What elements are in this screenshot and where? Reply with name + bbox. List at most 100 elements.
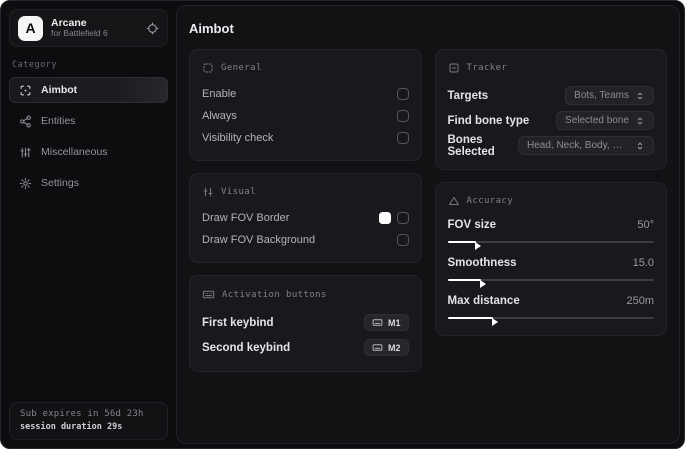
- slider-thumb[interactable]: [475, 242, 482, 250]
- app-subtitle: for Battlefield 6: [51, 28, 108, 39]
- network-icon: [19, 115, 32, 128]
- setting-row-visibility-check: Visibility check: [202, 127, 409, 149]
- visual-card-header: Visual: [202, 186, 409, 198]
- keybind-value: M1: [387, 317, 401, 328]
- sidebar-item-miscellaneous[interactable]: Miscellaneous: [9, 139, 168, 165]
- sidebar-item-label: Entities: [41, 115, 76, 127]
- app-window: A Arcane for Battlefield 6 Category Aimb…: [0, 0, 685, 449]
- setting-row-always: Always: [202, 105, 409, 127]
- keyboard-icon: [372, 342, 383, 353]
- sidebar-item-settings[interactable]: Settings: [9, 170, 168, 196]
- category-label: Category: [12, 60, 57, 70]
- sidebar-item-entities[interactable]: Entities: [9, 108, 168, 134]
- enable-checkbox[interactable]: [396, 88, 409, 100]
- setting-row-targets: Targets Bots, Teams: [447, 83, 654, 108]
- setting-row-fov-size: FOV size 50°: [447, 216, 654, 250]
- max-distance-value: 250m: [626, 295, 654, 307]
- slider-fill: [447, 279, 486, 288]
- triangle-icon: [448, 195, 460, 207]
- fov-border-checkbox[interactable]: [396, 212, 409, 224]
- sidebar-item-label: Miscellaneous: [41, 146, 108, 158]
- left-column: General Enable Always Visibility check V…: [189, 49, 422, 372]
- sliders-vertical-icon: [202, 186, 214, 198]
- activation-card: Activation buttons First keybind M1 Seco…: [189, 275, 422, 372]
- subscription-status: Sub expires in 56d 23h session duration …: [9, 402, 168, 440]
- find-bone-type-dropdown[interactable]: Selected bone: [556, 111, 654, 130]
- setting-label: Max distance: [447, 295, 520, 307]
- setting-row-fov-border: Draw FOV Border: [202, 207, 409, 229]
- visibility-check-checkbox[interactable]: [396, 132, 409, 144]
- general-card-header: General: [202, 62, 409, 74]
- always-checkbox[interactable]: [396, 110, 409, 122]
- setting-label: Draw FOV Border: [202, 212, 290, 224]
- chevrons-up-down-icon: [635, 116, 645, 126]
- session-duration-text: session duration 29s: [20, 422, 123, 432]
- slider-thumb[interactable]: [491, 318, 498, 326]
- setting-label: First keybind: [202, 316, 274, 329]
- card-title: Accuracy: [466, 196, 514, 206]
- fov-background-checkbox[interactable]: [396, 234, 409, 246]
- crosshair-icon[interactable]: [146, 22, 159, 35]
- dropdown-value: Selected bone: [565, 115, 629, 126]
- app-logo: A: [18, 15, 43, 41]
- dropdown-value: Head, Neck, Body, Pe..: [527, 140, 629, 151]
- setting-row-fov-background: Draw FOV Background: [202, 229, 409, 251]
- fov-size-slider[interactable]: [447, 237, 654, 250]
- fov-border-color-swatch[interactable]: [378, 212, 391, 224]
- logo-card: A Arcane for Battlefield 6: [9, 9, 168, 47]
- sidebar: A Arcane for Battlefield 6 Category Aimb…: [1, 1, 176, 448]
- setting-row-smoothness: Smoothness 15.0: [447, 254, 654, 288]
- right-column: Tracker Targets Bots, Teams Find bone ty…: [434, 49, 667, 336]
- first-keybind-button[interactable]: M1: [363, 314, 409, 331]
- sidebar-item-label: Settings: [41, 177, 79, 189]
- setting-row-bones-selected: Bones Selected Head, Neck, Body, Pe..: [447, 133, 654, 158]
- setting-row-max-distance: Max distance 250m: [447, 292, 654, 326]
- sub-expiry-text: Sub expires in 56d 23h: [20, 409, 144, 419]
- card-title: Visual: [221, 187, 256, 197]
- targets-dropdown[interactable]: Bots, Teams: [565, 86, 654, 105]
- setting-label: Find bone type: [447, 114, 530, 127]
- sidebar-nav: Aimbot Entities Miscellaneous Settings: [9, 77, 168, 196]
- card-title: Activation buttons: [222, 289, 327, 300]
- setting-label: Smoothness: [447, 257, 517, 269]
- box-minus-icon: [448, 62, 460, 74]
- slider-fill: [447, 317, 498, 326]
- keyboard-icon: [372, 317, 383, 328]
- setting-label: FOV size: [447, 219, 497, 231]
- bones-selected-dropdown[interactable]: Head, Neck, Body, Pe..: [518, 136, 654, 155]
- smoothness-slider[interactable]: [447, 275, 654, 288]
- second-keybind-button[interactable]: M2: [363, 339, 409, 356]
- setting-row-second-keybind: Second keybind M2: [202, 335, 409, 360]
- general-card: General Enable Always Visibility check: [189, 49, 422, 161]
- crosshair-scan-icon: [19, 84, 32, 97]
- page-title: Aimbot: [189, 21, 234, 36]
- max-distance-slider[interactable]: [447, 313, 654, 326]
- sidebar-item-label: Aimbot: [41, 84, 78, 96]
- card-title: General: [221, 63, 262, 73]
- slider-thumb[interactable]: [479, 280, 486, 288]
- fov-size-value: 50°: [637, 219, 654, 231]
- activation-card-header: Activation buttons: [202, 288, 409, 301]
- setting-label: Visibility check: [202, 132, 274, 144]
- setting-row-enable: Enable: [202, 83, 409, 105]
- visual-card: Visual Draw FOV Border Draw FOV Backgrou…: [189, 173, 422, 263]
- setting-label: Targets: [447, 89, 489, 102]
- keybind-value: M2: [387, 342, 401, 353]
- setting-label: Bones Selected: [447, 133, 495, 158]
- smoothness-value: 15.0: [632, 257, 654, 269]
- dropdown-value: Bots, Teams: [574, 90, 629, 101]
- setting-label: Second keybind: [202, 341, 291, 354]
- chevrons-up-down-icon: [635, 141, 645, 151]
- accuracy-card-header: Accuracy: [448, 195, 655, 207]
- keyboard-icon: [202, 288, 215, 301]
- sidebar-item-aimbot[interactable]: Aimbot: [9, 77, 168, 103]
- sliders-icon: [19, 146, 32, 159]
- slider-fill: [447, 241, 482, 250]
- app-title-block: Arcane for Battlefield 6: [51, 17, 138, 39]
- tracker-card: Tracker Targets Bots, Teams Find bone ty…: [434, 49, 667, 170]
- dashed-square-icon: [202, 62, 214, 74]
- accuracy-card: Accuracy FOV size 50° Smoothness 15.0 Ma…: [434, 182, 667, 336]
- setting-row-find-bone-type: Find bone type Selected bone: [447, 108, 654, 133]
- setting-label: Enable: [202, 88, 237, 100]
- setting-row-first-keybind: First keybind M1: [202, 310, 409, 335]
